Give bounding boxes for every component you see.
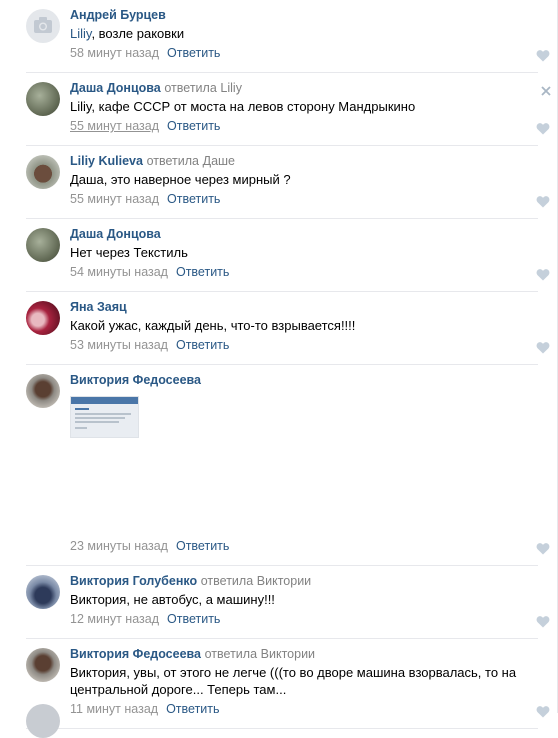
reply-link[interactable]: Ответить [167, 612, 220, 626]
reply-link[interactable]: Ответить [176, 539, 229, 553]
replied-label: ответила [146, 154, 199, 168]
avatar[interactable] [26, 82, 60, 116]
mention-link[interactable]: Liliy [70, 26, 91, 41]
heart-icon[interactable] [536, 122, 550, 135]
heart-icon[interactable] [536, 49, 550, 62]
replied-to-link[interactable]: Liliy [220, 81, 242, 95]
comment-author[interactable]: Liliy Kulieva [70, 154, 143, 168]
comment-item: Даша Донцова Нет через Текстиль 54 минут… [0, 219, 558, 292]
comment-time[interactable]: 54 минуты назад [70, 265, 168, 279]
comment-time[interactable]: 12 минут назад [70, 612, 159, 626]
comment-item: Даша Донцова ответила Liliy Liliy, кафе … [0, 73, 558, 146]
comment-time[interactable]: 55 минут назад [70, 192, 159, 206]
reply-link[interactable]: Ответить [167, 192, 220, 206]
thumb-line [75, 408, 89, 410]
reply-link[interactable]: Ответить [176, 265, 229, 279]
comment-time[interactable]: 23 минуты назад [70, 539, 168, 553]
heart-icon[interactable] [536, 195, 550, 208]
comment-text: Какой ужас, каждый день, что-то взрывает… [70, 318, 356, 333]
avatar[interactable] [26, 155, 60, 189]
comment-text-body: , возле раковки [91, 26, 185, 41]
comment-author[interactable]: Даша Донцова [70, 227, 161, 241]
reply-link[interactable]: Ответить [166, 702, 219, 716]
avatar[interactable] [26, 648, 60, 682]
comment-author[interactable]: Андрей Бурцев [70, 8, 166, 22]
comment-text: Liliy, кафе СССР от моста на левов сторо… [70, 99, 416, 114]
heart-icon[interactable] [536, 705, 550, 718]
replied-label: ответила [204, 647, 258, 661]
comment-text: Виктория, не автобус, а машину!!! [70, 592, 275, 607]
comment-item: Андрей Бурцев Liliy, возле раковки 58 ми… [0, 0, 558, 73]
avatar[interactable] [26, 301, 60, 335]
thumb-line [75, 421, 119, 423]
comment-item: Liliy Kulieva ответила Даше Даша, это на… [0, 146, 558, 219]
avatar[interactable] [26, 704, 60, 738]
comment-item: Виктория Федосеева ответила Виктории Вик… [0, 639, 558, 729]
thumb-line [75, 413, 131, 415]
photo-attachment[interactable] [70, 396, 139, 438]
reply-link[interactable]: Ответить [167, 46, 220, 60]
camera-icon [34, 17, 52, 33]
comment-time[interactable]: 11 минут назад [70, 702, 158, 716]
avatar[interactable] [26, 575, 60, 609]
comment-item: Виктория Федосеева 23 минуты назад Ответи… [0, 365, 558, 566]
heart-icon[interactable] [536, 615, 550, 628]
comment-text: Нет через Текстиль [70, 245, 188, 260]
comment-text: Виктория, увы, от этого не легче (((то в… [70, 665, 517, 697]
comment-time[interactable]: 58 минут назад [70, 46, 159, 60]
comment-text: Liliy, возле раковки [70, 25, 538, 42]
thumb-line [75, 417, 125, 419]
comment-text: Даша, это наверное через мирный ? [70, 172, 291, 187]
replied-label: ответила [164, 81, 217, 95]
avatar[interactable] [26, 374, 60, 408]
replied-label: ответила [200, 574, 254, 588]
comment-author[interactable]: Виктория Федосеева [70, 647, 201, 661]
reply-link[interactable]: Ответить [167, 119, 220, 133]
comment-item: Яна Заяц Какой ужас, каждый день, что-то… [0, 292, 558, 365]
comment-time[interactable]: 53 минуты назад [70, 338, 168, 352]
comment-author[interactable]: Яна Заяц [70, 300, 127, 314]
reply-link[interactable]: Ответить [176, 338, 229, 352]
comment-author[interactable]: Виктория Голубенко [70, 574, 197, 588]
comment-author[interactable]: Даша Донцова [70, 81, 161, 95]
thumb-line [75, 427, 87, 429]
replied-to-link[interactable]: Даше [203, 154, 235, 168]
comment-item: Виктория Голубенко ответила Виктории Вик… [0, 566, 558, 639]
replied-to-link[interactable]: Виктории [261, 647, 315, 661]
replied-to-link[interactable]: Виктории [257, 574, 311, 588]
heart-icon[interactable] [536, 542, 550, 555]
close-icon[interactable] [540, 85, 552, 97]
heart-icon[interactable] [536, 341, 550, 354]
avatar[interactable] [26, 9, 60, 43]
avatar[interactable] [26, 228, 60, 262]
comment-time[interactable]: 55 минут назад [70, 119, 159, 133]
thumb-header [71, 397, 138, 404]
comment-author[interactable]: Виктория Федосеева [70, 373, 201, 387]
heart-icon[interactable] [536, 268, 550, 281]
